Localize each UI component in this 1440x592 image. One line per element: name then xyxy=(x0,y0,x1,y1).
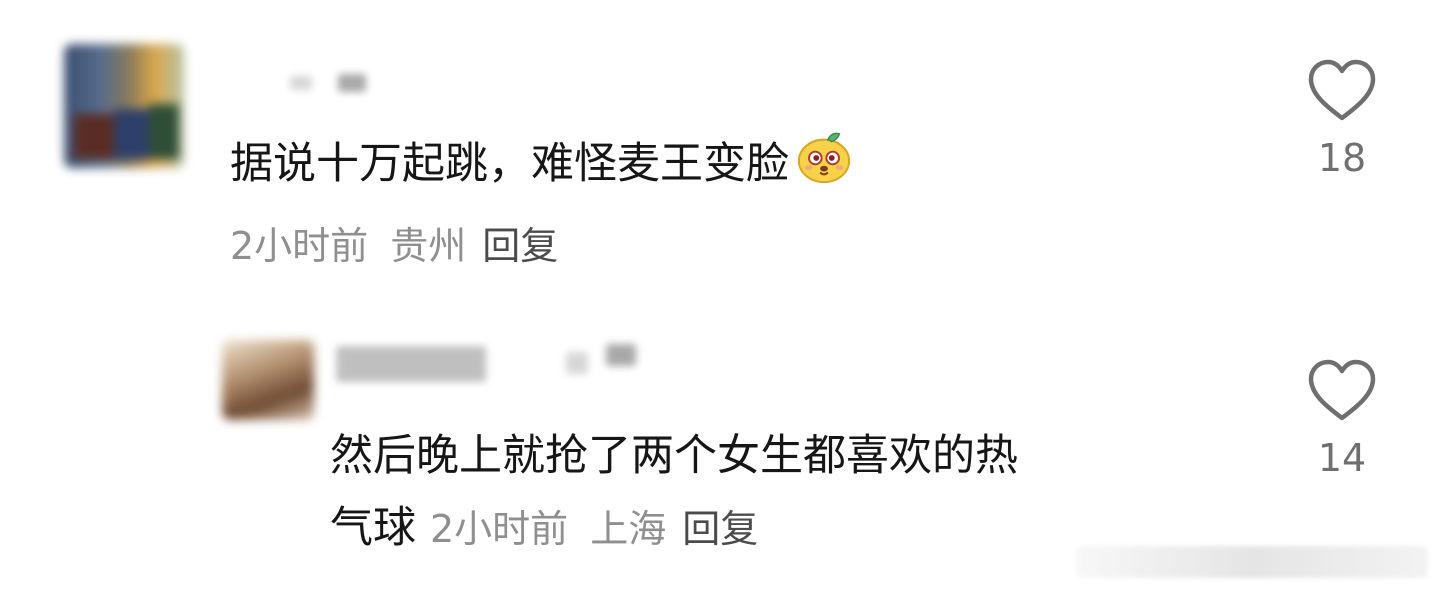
nickname-blurred[interactable] xyxy=(338,74,366,92)
nickname-blurred[interactable] xyxy=(290,76,312,90)
watermark xyxy=(1076,546,1428,578)
like-button[interactable]: 18 xyxy=(1302,56,1382,180)
comment-location: 贵州 xyxy=(390,224,467,268)
doge-bean-emoji-icon xyxy=(797,132,851,184)
like-button[interactable]: 14 xyxy=(1302,356,1382,480)
reply-button[interactable]: 回复 xyxy=(682,507,758,551)
avatar[interactable] xyxy=(64,44,184,168)
like-count: 18 xyxy=(1317,136,1367,180)
comment-text-content: 据说十万起跳，难怪麦王变脸 xyxy=(230,139,789,189)
reply-button[interactable]: 回复 xyxy=(482,224,558,268)
avatar[interactable] xyxy=(222,340,314,420)
comment-text-line: 气球 2小时前 上海 回复 xyxy=(330,490,758,567)
heart-outline-icon[interactable] xyxy=(1306,56,1378,128)
comment-text-content: 气球 xyxy=(330,503,416,553)
nickname-blurred[interactable] xyxy=(566,352,588,374)
comment-list: 据说十万起跳，难怪麦王变脸 2小时前 贵州 回复 18 然后晚上就抢了两个女生都… xyxy=(0,0,1440,592)
comment-time: 2小时前 xyxy=(230,224,369,268)
comment-time: 2小时前 xyxy=(430,507,569,551)
comment-location: 上海 xyxy=(590,507,667,551)
like-count: 14 xyxy=(1317,436,1367,480)
heart-outline-icon[interactable] xyxy=(1306,356,1378,428)
comment-text-line: 然后晚上就抢了两个女生都喜欢的热 xyxy=(330,431,1018,481)
nickname-blurred[interactable] xyxy=(606,344,636,366)
comment-meta: 2小时前 贵州 回复 xyxy=(230,214,558,286)
nickname-blurred[interactable] xyxy=(336,346,486,382)
comment-text: 据说十万起跳，难怪麦王变脸 xyxy=(230,126,853,202)
